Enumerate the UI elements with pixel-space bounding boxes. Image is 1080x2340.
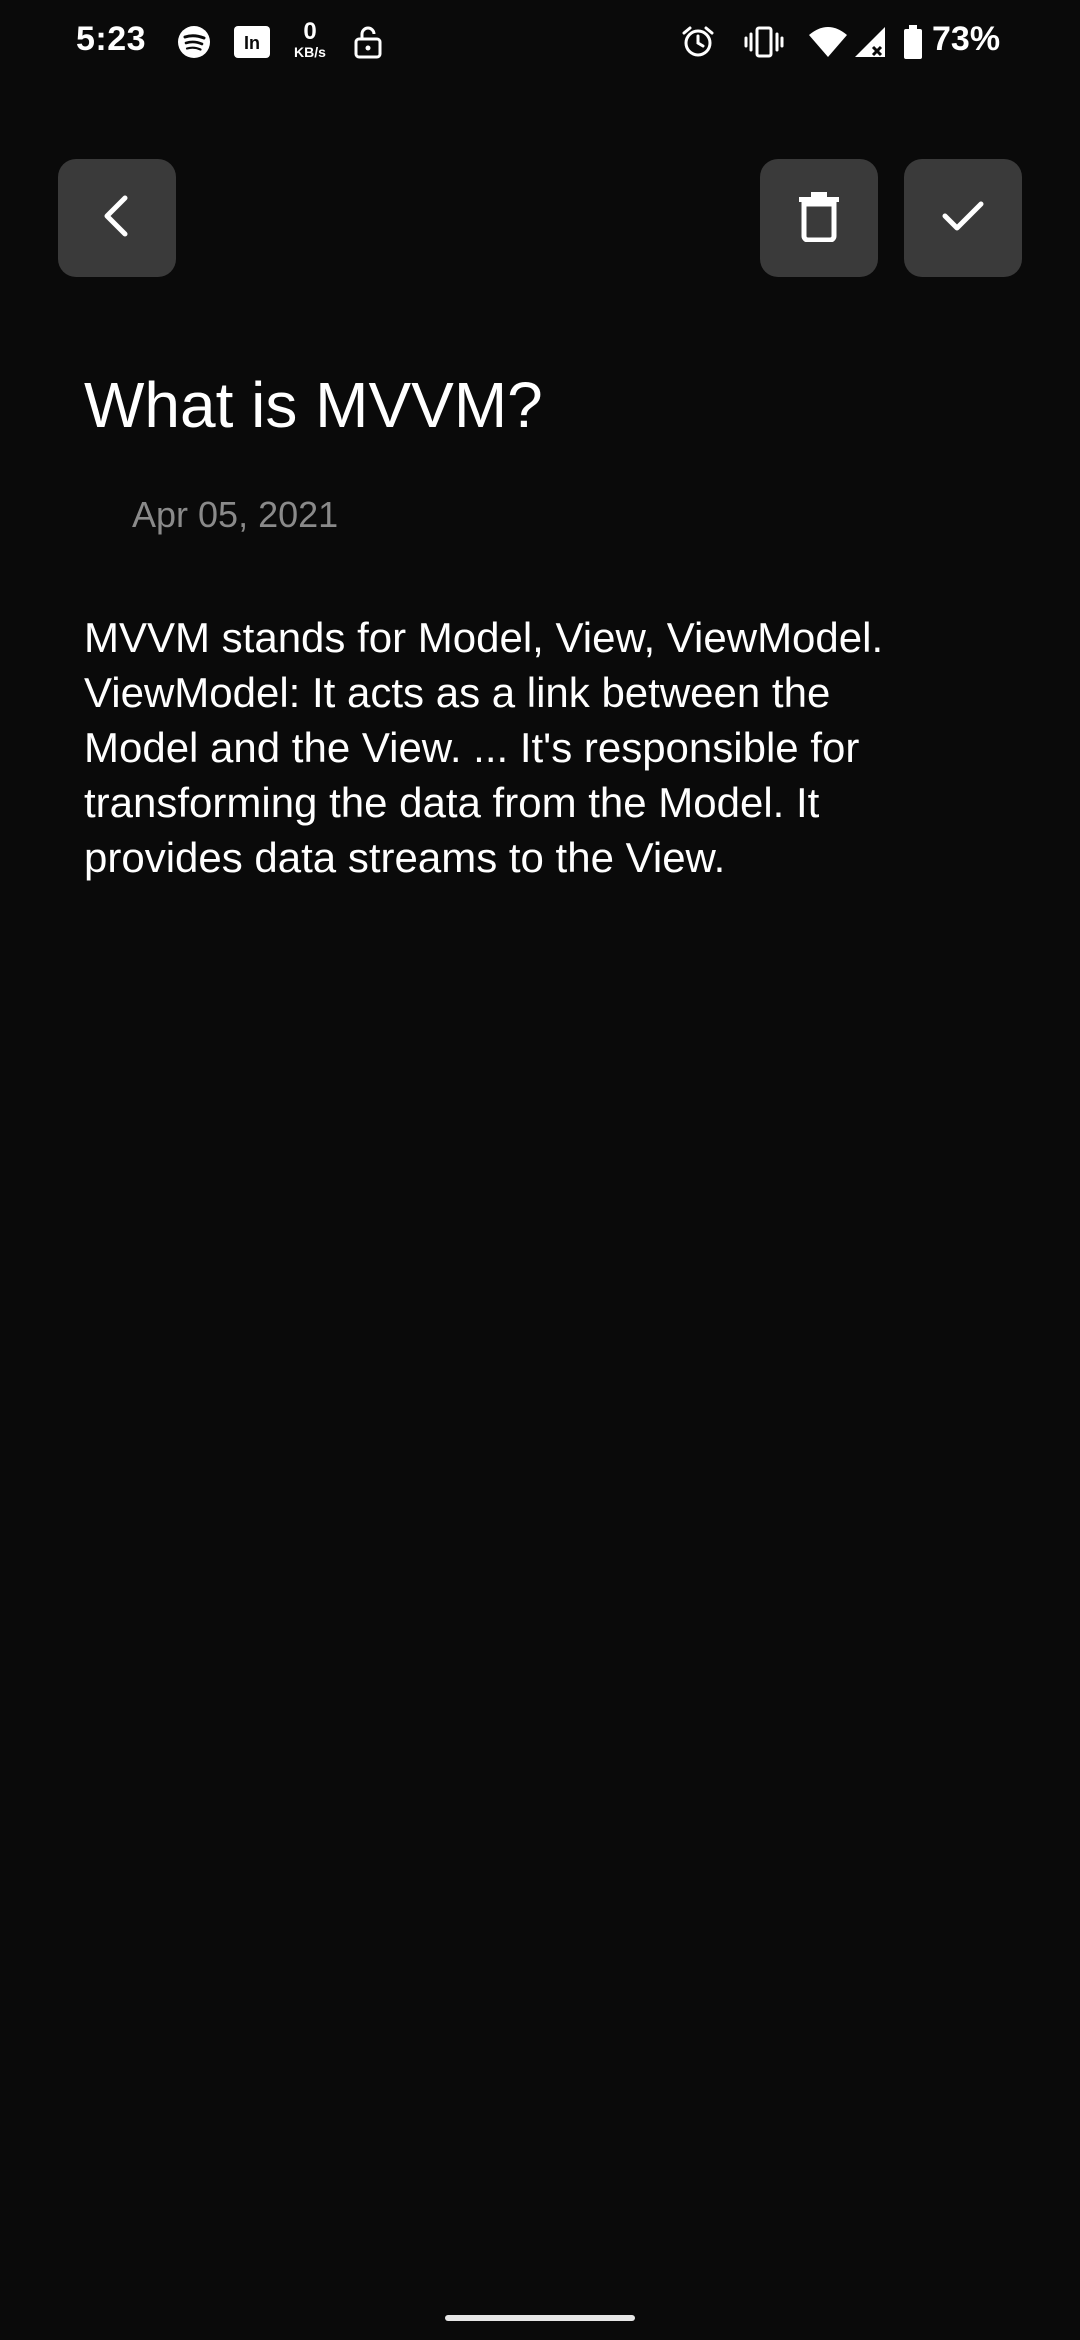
- trash-icon: [797, 190, 841, 247]
- svg-text:In: In: [244, 33, 260, 53]
- save-button[interactable]: [904, 159, 1022, 277]
- net-speed-value: 0: [303, 18, 317, 45]
- note-date: Apr 05, 2021: [132, 494, 339, 535]
- cellular-no-signal-icon: [852, 22, 888, 62]
- status-time: 5:23: [76, 20, 147, 58]
- delete-button[interactable]: [760, 159, 878, 277]
- spotify-icon: [176, 22, 212, 62]
- back-button[interactable]: [58, 159, 176, 277]
- status-bar: 5:23 In 0 KB/s 73%: [0, 0, 1080, 84]
- note-body[interactable]: MVVM stands for Model, View, ViewModel. …: [84, 610, 1014, 885]
- wifi-icon: [806, 22, 850, 62]
- gesture-navigation-handle[interactable]: [445, 2315, 635, 2321]
- vibrate-icon: [742, 22, 786, 62]
- alarm-icon: [678, 22, 718, 62]
- battery-percentage: 73%: [932, 20, 1001, 58]
- net-speed-indicator: 0 KB/s: [288, 18, 332, 61]
- net-speed-unit: KB/s: [294, 44, 326, 60]
- linkedin-icon: In: [232, 22, 272, 62]
- unlock-icon: [350, 22, 386, 62]
- battery-icon: [900, 22, 926, 62]
- note-title[interactable]: What is MVVM?: [84, 368, 543, 442]
- check-icon: [941, 198, 985, 239]
- chevron-left-icon: [97, 192, 137, 245]
